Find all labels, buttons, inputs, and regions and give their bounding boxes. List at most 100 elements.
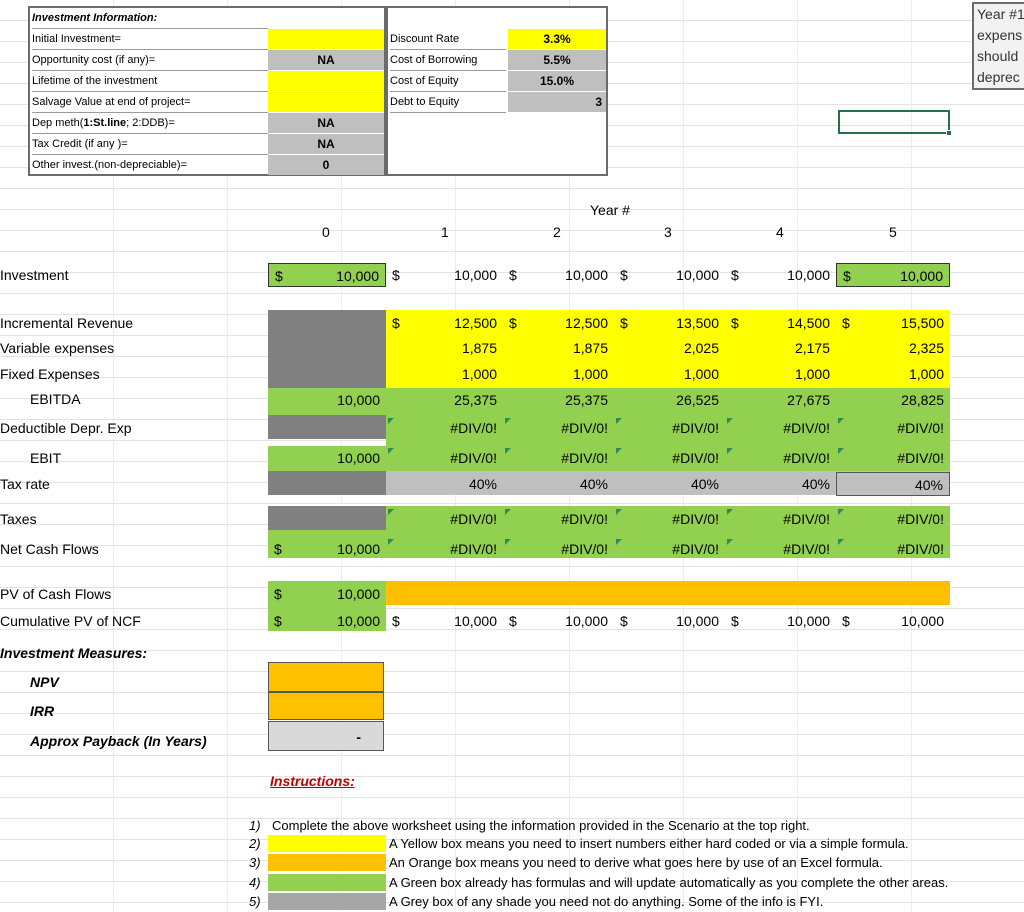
investment-value-5: 10,000 [900,268,943,284]
variable-cell-4[interactable]: 2,175 [725,336,836,360]
scenario-box: Year #1 expens should deprec [972,2,1024,90]
investment-cell-2: $10,000 [503,263,614,287]
legend-grey [268,893,386,910]
dollar-sign: $ [843,268,851,284]
cumpv-value-5: 10,000 [901,613,944,629]
variable-cell-3[interactable]: 2,025 [614,336,725,360]
cumpv-value-1: 10,000 [454,613,497,629]
fixed-cell-3[interactable]: 1,000 [614,362,725,386]
cumpv-cell-5: $10,000 [836,609,950,633]
scenario-line-2: expens [977,27,1023,43]
investment-cell-5: $10,000 [836,263,950,287]
lifetime-input[interactable] [268,71,384,91]
dollar-sign: $ [509,315,517,331]
label-pv: PV of Cash Flows [0,586,112,602]
investment-value-0: 10,000 [336,268,379,284]
investment-value-2: 10,000 [565,267,608,283]
label-cumpv: Cumulative PV of NCF [0,613,141,629]
variable-cell-1[interactable]: 1,875 [386,336,503,360]
info-label-salvage: Salvage Value at end of project= [32,92,268,113]
dep-label-prefix: Dep meth( [32,117,84,129]
ncf-value-0: 10,000 [337,541,380,557]
fixed-cell-4[interactable]: 1,000 [725,362,836,386]
fixed-cell-5[interactable]: 1,000 [836,362,950,386]
tax-cell-3: 40% [690,476,719,492]
ebit-cell-0: 10,000 [337,450,380,466]
dollar-sign: $ [731,315,739,331]
tax-cell-5: 40% [836,472,950,496]
cumpv-cell-2: $10,000 [503,609,614,633]
instr-text-4: A Green box already has formulas and wil… [389,875,949,890]
dollar-sign: $ [620,315,628,331]
dollar-sign: $ [392,267,400,283]
investment-cell-4: $10,000 [725,263,836,287]
discount-rate-cell[interactable]: 3.3% [508,29,606,49]
ebitda-cell-1: 25,375 [454,392,497,408]
revenue-cell-2[interactable]: $12,500 [503,311,614,335]
revenue-cell-5[interactable]: $15,500 [836,311,950,335]
dollar-sign: $ [509,613,517,629]
variable-cell-2[interactable]: 1,875 [503,336,614,360]
dollar-sign: $ [274,586,282,602]
label-taxes: Taxes [0,511,37,527]
initial-investment-input[interactable] [268,29,384,49]
instr-num-1: 1) [249,818,261,833]
scenario-line-4: deprec [977,69,1020,85]
npv-cell[interactable] [268,662,384,692]
depr-cell-5: #DIV/0! [836,416,950,440]
revenue-cell-1[interactable]: $12,500 [386,311,503,335]
ebit-cell-4: #DIV/0! [725,446,836,470]
instr-text-1: Complete the above worksheet using the i… [272,818,810,833]
instructions-title: Instructions: [270,773,355,789]
legend-green [268,874,386,891]
instr-text-3: An Orange box means you need to derive w… [389,855,883,870]
ebit-cell-3: #DIV/0! [614,446,725,470]
ebit-cell-5: #DIV/0! [836,446,950,470]
year-1: 1 [441,224,449,240]
variable-cell-5[interactable]: 2,325 [836,336,950,360]
legend-yellow [268,835,386,852]
ncf-cell-1: #DIV/0! [386,537,503,561]
revenue-value-2: 12,500 [565,315,608,331]
pv-orange-block[interactable] [386,581,950,605]
tax-cell-2: 40% [579,476,608,492]
irr-cell[interactable] [268,692,384,720]
rate-label-borrowing: Cost of Borrowing [390,50,506,71]
cumpv-value-2: 10,000 [565,613,608,629]
payback-label: Approx Payback (In Years) [30,733,207,749]
tax-cell-1: 40% [468,476,497,492]
opportunity-cost-cell: NA [268,50,384,70]
depr-cell-4: #DIV/0! [725,416,836,440]
tax-cell-4: 40% [801,476,830,492]
taxes-cell-5: #DIV/0! [836,507,950,531]
revenue-value-3: 13,500 [676,315,719,331]
investment-info-box: Investment Information: Initial Investme… [28,6,386,176]
ncf-cell-0: $10,000 [268,537,386,561]
info-label-tax-credit: Tax Credit (if any )= [32,134,268,155]
instr-num-2: 2) [249,836,261,851]
fixed-cell-1[interactable]: 1,000 [386,362,503,386]
cumpv-cell-0: $10,000 [268,609,386,633]
instr-num-5: 5) [249,894,261,909]
info-label-lifetime: Lifetime of the investment [32,71,268,92]
payback-cell: - [268,721,384,751]
rates-box: Discount Rate Cost of Borrowing Cost of … [386,6,608,176]
cumpv-value-0: 10,000 [337,613,380,629]
ebitda-cell-4: 27,675 [787,392,830,408]
dollar-sign: $ [620,267,628,283]
irr-label: IRR [30,703,55,719]
info-label-other-invest: Other invest.(non-depreciable)= [32,159,187,171]
revenue-cell-4[interactable]: $14,500 [725,311,836,335]
dollar-sign: $ [275,268,283,284]
selected-cell[interactable] [838,110,950,134]
ncf-cell-3: #DIV/0! [614,537,725,561]
salvage-input[interactable] [268,92,384,112]
revenue-cell-3[interactable]: $13,500 [614,311,725,335]
scenario-line-1: Year #1 [977,6,1024,22]
dollar-sign: $ [392,315,400,331]
fill-handle[interactable] [946,130,952,136]
year-2: 2 [553,224,561,240]
tax-credit-cell: NA [268,134,384,154]
dollar-sign: $ [731,613,739,629]
fixed-cell-2[interactable]: 1,000 [503,362,614,386]
